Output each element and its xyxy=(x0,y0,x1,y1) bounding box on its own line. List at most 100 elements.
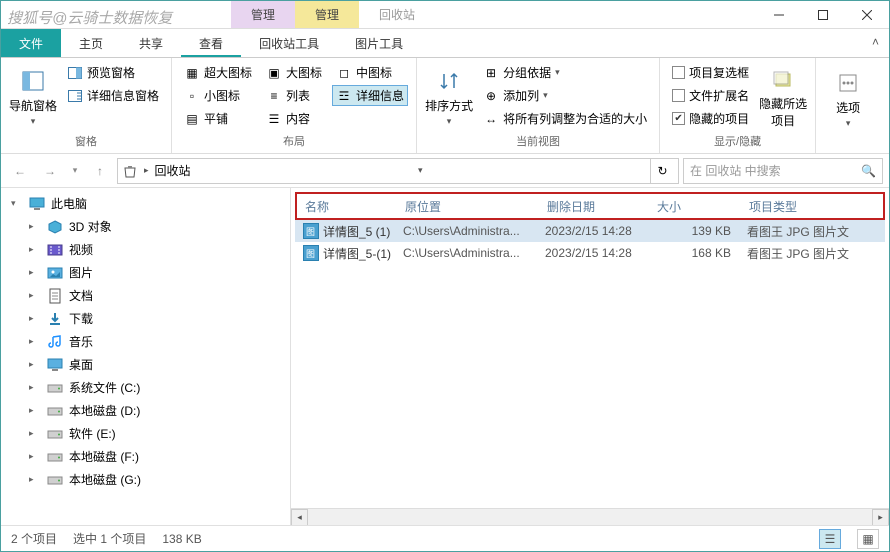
tab-home[interactable]: 主页 xyxy=(61,29,121,57)
tree-item-label: 系统文件 (C:) xyxy=(69,379,140,396)
size-all-columns-button[interactable]: ↔将所有列调整为合适的大小 xyxy=(479,108,651,129)
expand-icon[interactable] xyxy=(29,221,41,232)
horizontal-scrollbar[interactable]: ◂ ▸ xyxy=(291,508,889,525)
ribbon-collapse-button[interactable]: ˄ xyxy=(862,29,889,57)
file-row[interactable]: 详情图_5 (1)C:\Users\Administra...2023/2/15… xyxy=(295,220,885,242)
tab-picture-tools[interactable]: 图片工具 xyxy=(337,29,421,57)
expand-icon[interactable] xyxy=(29,313,41,324)
tree-this-pc[interactable]: 此电脑 xyxy=(1,192,290,215)
details-view-button[interactable]: ☰ xyxy=(819,529,841,549)
recent-locations-button[interactable]: ▾ xyxy=(67,158,83,184)
search-placeholder: 在 回收站 中搜索 xyxy=(690,162,781,179)
ribbon-group-layout: ▦超大图标 ▫小图标 ▤平铺 ▣大图标 ≡列表 ☰内容 ◻中图标 ☲详细信息 布… xyxy=(172,58,417,153)
minimize-button[interactable] xyxy=(757,1,801,29)
tree-item[interactable]: 3D 对象 xyxy=(1,215,290,238)
layout-content[interactable]: ☰内容 xyxy=(262,108,326,129)
tree-item[interactable]: 本地磁盘 (D:) xyxy=(1,399,290,422)
expand-icon[interactable] xyxy=(29,336,41,347)
item-checkboxes-toggle[interactable]: 项目复选框 xyxy=(668,62,753,83)
search-input[interactable]: 在 回收站 中搜索 🔍 xyxy=(683,158,883,184)
recycle-bin-icon xyxy=(122,163,138,179)
scroll-track[interactable] xyxy=(308,509,872,525)
expand-icon[interactable] xyxy=(29,244,41,255)
tree-item[interactable]: 图片 xyxy=(1,261,290,284)
layout-extra-large[interactable]: ▦超大图标 xyxy=(180,62,256,83)
tree-item[interactable]: 软件 (E:) xyxy=(1,422,290,445)
address-segment[interactable]: 回收站 xyxy=(155,162,191,179)
up-button[interactable]: ↑ xyxy=(87,158,113,184)
search-icon: 🔍 xyxy=(861,164,876,178)
scroll-right-button[interactable]: ▸ xyxy=(872,509,889,526)
navigation-pane-button[interactable]: 导航窗格 xyxy=(9,62,57,131)
file-row[interactable]: 详情图_5-(1)C:\Users\Administra...2023/2/15… xyxy=(295,242,885,264)
tree-item[interactable]: 本地磁盘 (F:) xyxy=(1,445,290,468)
file-rows[interactable]: 详情图_5 (1)C:\Users\Administra...2023/2/15… xyxy=(295,220,885,508)
refresh-button[interactable]: ↻ xyxy=(650,159,674,183)
address-dropdown-button[interactable]: ▾ xyxy=(408,159,432,183)
context-tab-manage-1[interactable]: 管理 xyxy=(231,1,295,28)
sort-by-button[interactable]: 排序方式 xyxy=(425,62,473,131)
pictures-icon xyxy=(47,265,63,281)
large-icon: ▣ xyxy=(266,65,282,81)
expand-icon[interactable] xyxy=(29,428,41,439)
ribbon-tabs: 文件 主页 共享 查看 回收站工具 图片工具 ˄ xyxy=(1,29,889,58)
tab-view[interactable]: 查看 xyxy=(181,29,241,57)
col-type-header[interactable]: 项目类型 xyxy=(741,194,883,219)
scroll-left-button[interactable]: ◂ xyxy=(291,509,308,526)
expand-icon[interactable] xyxy=(29,451,41,462)
layout-large[interactable]: ▣大图标 xyxy=(262,62,326,83)
hide-selected-button[interactable]: 隐藏所选项目 xyxy=(759,62,807,131)
forward-button[interactable]: → xyxy=(37,158,63,184)
group-label-panes: 窗格 xyxy=(9,131,163,151)
col-size-header[interactable]: 大小 xyxy=(649,194,741,219)
layout-tiles[interactable]: ▤平铺 xyxy=(180,108,256,129)
drive-icon xyxy=(47,472,63,488)
status-size: 138 KB xyxy=(162,532,201,546)
tree-item[interactable]: 音乐 xyxy=(1,330,290,353)
expand-icon[interactable] xyxy=(11,198,23,209)
col-date-header[interactable]: 删除日期 xyxy=(539,194,649,219)
layout-details[interactable]: ☲详细信息 xyxy=(332,85,408,106)
tree-item[interactable]: 桌面 xyxy=(1,353,290,376)
expand-icon[interactable] xyxy=(29,405,41,416)
expand-icon[interactable] xyxy=(29,290,41,301)
tree-item[interactable]: 下载 xyxy=(1,307,290,330)
tree-item-label: 图片 xyxy=(69,264,93,281)
expand-icon[interactable] xyxy=(29,267,41,278)
options-button[interactable]: 选项 xyxy=(824,62,872,135)
expand-icon[interactable] xyxy=(29,359,41,370)
hidden-items-toggle[interactable]: 隐藏的项目 xyxy=(668,108,753,129)
context-tab-manage-2[interactable]: 管理 xyxy=(295,1,359,28)
expand-icon[interactable] xyxy=(29,382,41,393)
status-selection: 选中 1 个项目 xyxy=(73,530,146,547)
navigation-tree[interactable]: 此电脑 3D 对象视频图片文档下载音乐桌面系统文件 (C:) 本地磁盘 (D:)软… xyxy=(1,188,291,525)
tree-item-label: 本地磁盘 (G:) xyxy=(69,471,141,488)
tab-file[interactable]: 文件 xyxy=(1,29,61,57)
expand-icon[interactable] xyxy=(29,474,41,485)
group-by-button[interactable]: ⊞分组依据 xyxy=(479,62,651,83)
file-location: C:\Users\Administra... xyxy=(395,246,537,260)
tab-share[interactable]: 共享 xyxy=(121,29,181,57)
file-list-area: 名称 原位置 删除日期 大小 项目类型 详情图_5 (1)C:\Users\Ad… xyxy=(291,188,889,525)
large-icons-view-button[interactable]: ▦ xyxy=(857,529,879,549)
tree-item[interactable]: 文档 xyxy=(1,284,290,307)
preview-pane-button[interactable]: 预览窗格 xyxy=(63,62,163,83)
layout-small[interactable]: ▫小图标 xyxy=(180,85,256,106)
address-bar[interactable]: ▸ 回收站 ▾ ↻ xyxy=(117,158,679,184)
navigation-pane-icon xyxy=(19,67,47,95)
tree-item[interactable]: 视频 xyxy=(1,238,290,261)
back-button[interactable]: ← xyxy=(7,158,33,184)
tab-recycle-tools[interactable]: 回收站工具 xyxy=(241,29,337,57)
tree-item[interactable]: 本地磁盘 (G:) xyxy=(1,468,290,491)
close-button[interactable] xyxy=(845,1,889,29)
layout-medium[interactable]: ◻中图标 xyxy=(332,62,408,83)
col-location-header[interactable]: 原位置 xyxy=(397,194,539,219)
col-name-header[interactable]: 名称 xyxy=(297,194,397,219)
file-extensions-toggle[interactable]: 文件扩展名 xyxy=(668,85,753,106)
address-chevron-icon[interactable]: ▸ xyxy=(144,165,149,176)
layout-list[interactable]: ≡列表 xyxy=(262,85,326,106)
add-columns-button[interactable]: ⊕添加列 xyxy=(479,85,651,106)
maximize-button[interactable] xyxy=(801,1,845,29)
tree-item[interactable]: 系统文件 (C:) xyxy=(1,376,290,399)
details-pane-button[interactable]: 详细信息窗格 xyxy=(63,85,163,106)
